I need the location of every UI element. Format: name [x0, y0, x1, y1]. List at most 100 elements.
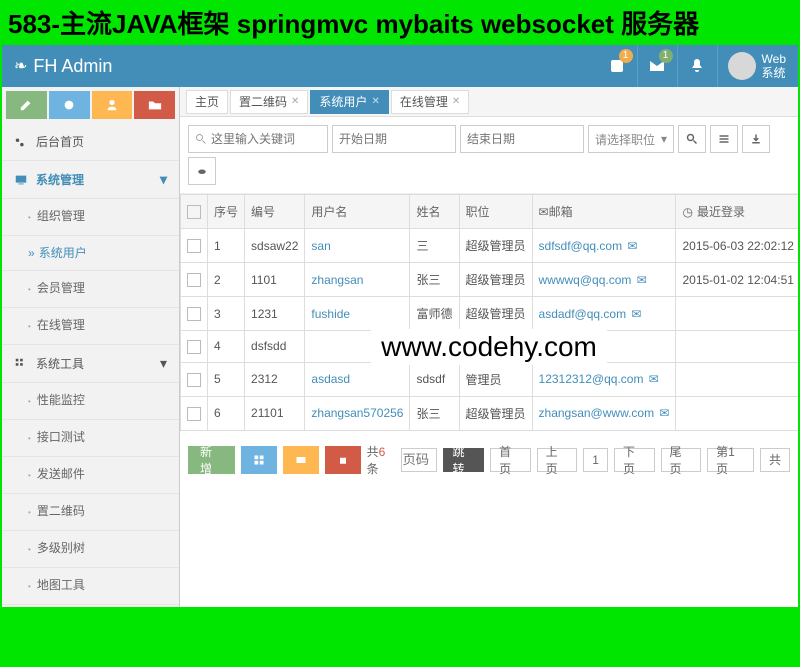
navbar: ❧ FH Admin 1 1 Web 系统 [2, 45, 798, 87]
cell-role: 超级管理员 [459, 229, 532, 263]
cell-seq: 6 [208, 396, 245, 430]
row-checkbox[interactable] [187, 373, 201, 387]
mail-icon: ✉ [631, 307, 641, 321]
nav-tasks-button[interactable]: 1 [598, 45, 638, 87]
page-total: 共 [760, 448, 790, 472]
cell-mail[interactable]: asdadf@qq.com ✉ [532, 297, 676, 331]
close-icon[interactable]: ✕ [371, 90, 379, 114]
keyword-field[interactable] [211, 132, 321, 146]
mail-icon: ✉ [637, 273, 647, 287]
new-button[interactable]: 新增 [188, 446, 235, 474]
sidebar-item-map[interactable]: 地图工具 [2, 568, 179, 605]
nav-user-text: Web 系统 [762, 52, 786, 81]
list-button[interactable] [710, 125, 738, 153]
cell-username[interactable]: zhangsan [305, 263, 410, 297]
chevron-down-icon: ▾ [160, 171, 167, 188]
sidebar-item-tree[interactable]: 多级别树 [2, 531, 179, 568]
tab-qrcode[interactable]: 置二维码✕ [230, 90, 308, 114]
clock-icon: ◷ [682, 205, 692, 219]
toolbar: 请选择职位 [180, 117, 798, 194]
row-checkbox[interactable] [187, 407, 201, 421]
sidebar-item-member[interactable]: 会员管理 [2, 271, 179, 308]
cloud-button[interactable] [188, 157, 216, 185]
cell-login [676, 331, 798, 363]
cell-code: 1231 [245, 297, 305, 331]
cell-role: 超级管理员 [459, 263, 532, 297]
sidebar-systools[interactable]: 系统工具 ▾ [2, 345, 179, 383]
cell-login: 2015-06-03 22:02:12 [676, 229, 798, 263]
end-date-input[interactable] [460, 125, 584, 153]
cell-name: 张三 [410, 396, 459, 430]
nav-bell-button[interactable] [678, 45, 718, 87]
sb-view-button[interactable] [49, 91, 90, 119]
nav-mail-button[interactable]: 1 [638, 45, 678, 87]
delete-button[interactable] [325, 446, 361, 474]
sidebar-item-sendmail[interactable]: 发送邮件 [2, 457, 179, 494]
page-number-input[interactable] [401, 448, 437, 472]
first-page-button[interactable]: 首页 [490, 448, 531, 472]
mail-icon: ✉ [627, 239, 637, 253]
main-panel: 主页 置二维码✕ 系统用户✕ 在线管理✕ 请选择职位 www.codehy.co… [180, 87, 798, 607]
avatar[interactable] [728, 52, 756, 80]
cell-login: 2015-01-02 12:04:51 [676, 263, 798, 297]
row-checkbox[interactable] [187, 340, 201, 354]
cell-role: 管理员 [459, 362, 532, 396]
tab-sysuser[interactable]: 系统用户✕ [310, 90, 388, 114]
row-checkbox[interactable] [187, 239, 201, 253]
cell-seq: 4 [208, 331, 245, 363]
cell-name: 张三 [410, 263, 459, 297]
last-page-button[interactable]: 尾页 [661, 448, 702, 472]
cell-mail[interactable]: wwwwq@qq.com ✉ [532, 263, 676, 297]
close-icon[interactable]: ✕ [452, 90, 460, 114]
cell-code: 2312 [245, 362, 305, 396]
sidebar-sysmgr[interactable]: 系统管理 ▾ [2, 161, 179, 199]
table-row: 621101zhangsan570256张三超级管理员zhangsan@www.… [181, 396, 799, 430]
cell-username[interactable]: zhangsan570256 [305, 396, 410, 430]
user-table: 序号 编号 用户名 姓名 职位 ✉邮箱 ◷最近登录 上次登录IP 1sdsaw2… [180, 194, 798, 431]
sb-edit-button[interactable] [6, 91, 47, 119]
search-button[interactable] [678, 125, 706, 153]
sidebar-item-sysuser[interactable]: 系统用户 [2, 236, 179, 271]
page-info: 第1页 [707, 448, 754, 472]
current-page: 1 [583, 448, 608, 472]
sidebar-home[interactable]: 后台首页 [2, 123, 179, 161]
sidebar-item-org[interactable]: 组织管理 [2, 199, 179, 236]
search-input[interactable] [188, 125, 328, 153]
table-header: 序号 编号 用户名 姓名 职位 ✉邮箱 ◷最近登录 上次登录IP [181, 195, 799, 229]
row-checkbox[interactable] [187, 273, 201, 287]
cell-username[interactable]: asdasd [305, 362, 410, 396]
prev-page-button[interactable]: 上页 [537, 448, 578, 472]
role-select[interactable]: 请选择职位 [588, 125, 674, 153]
row-checkbox[interactable] [187, 307, 201, 321]
next-page-button[interactable]: 下页 [614, 448, 655, 472]
cell-seq: 2 [208, 263, 245, 297]
cell-code: sdsaw22 [245, 229, 305, 263]
download-button[interactable] [742, 125, 770, 153]
cell-username[interactable]: san [305, 229, 410, 263]
mail-action-button[interactable] [283, 446, 319, 474]
cell-mail[interactable]: zhangsan@www.com ✉ [532, 396, 676, 430]
cell-login [676, 362, 798, 396]
sidebar-item-qrcode[interactable]: 置二维码 [2, 494, 179, 531]
leaf-icon: ❧ [14, 56, 27, 76]
cell-name: 三 [410, 229, 459, 263]
cell-username[interactable]: fushide [305, 297, 410, 331]
cell-code: 21101 [245, 396, 305, 430]
sidebar-item-online[interactable]: 在线管理 [2, 308, 179, 345]
cell-mail[interactable]: 12312312@qq.com ✉ [532, 362, 676, 396]
close-icon[interactable]: ✕ [291, 90, 299, 114]
view-toggle-button[interactable] [241, 446, 277, 474]
sb-user-button[interactable] [92, 91, 133, 119]
sb-folder-button[interactable] [134, 91, 175, 119]
tab-home[interactable]: 主页 [186, 90, 228, 114]
top-banner: 583-主流JAVA框架 springmvc mybaits websocket… [0, 0, 800, 45]
sidebar-item-apitest[interactable]: 接口测试 [2, 420, 179, 457]
tab-online[interactable]: 在线管理✕ [391, 90, 469, 114]
cell-mail[interactable]: sdfsdf@qq.com ✉ [532, 229, 676, 263]
jump-button[interactable]: 跳转 [443, 448, 484, 472]
cell-login [676, 396, 798, 430]
select-all-checkbox[interactable] [187, 205, 201, 219]
table-row: 21101zhangsan张三超级管理员wwwwq@qq.com ✉2015-0… [181, 263, 799, 297]
start-date-input[interactable] [332, 125, 456, 153]
sidebar-item-perf[interactable]: 性能监控 [2, 383, 179, 420]
